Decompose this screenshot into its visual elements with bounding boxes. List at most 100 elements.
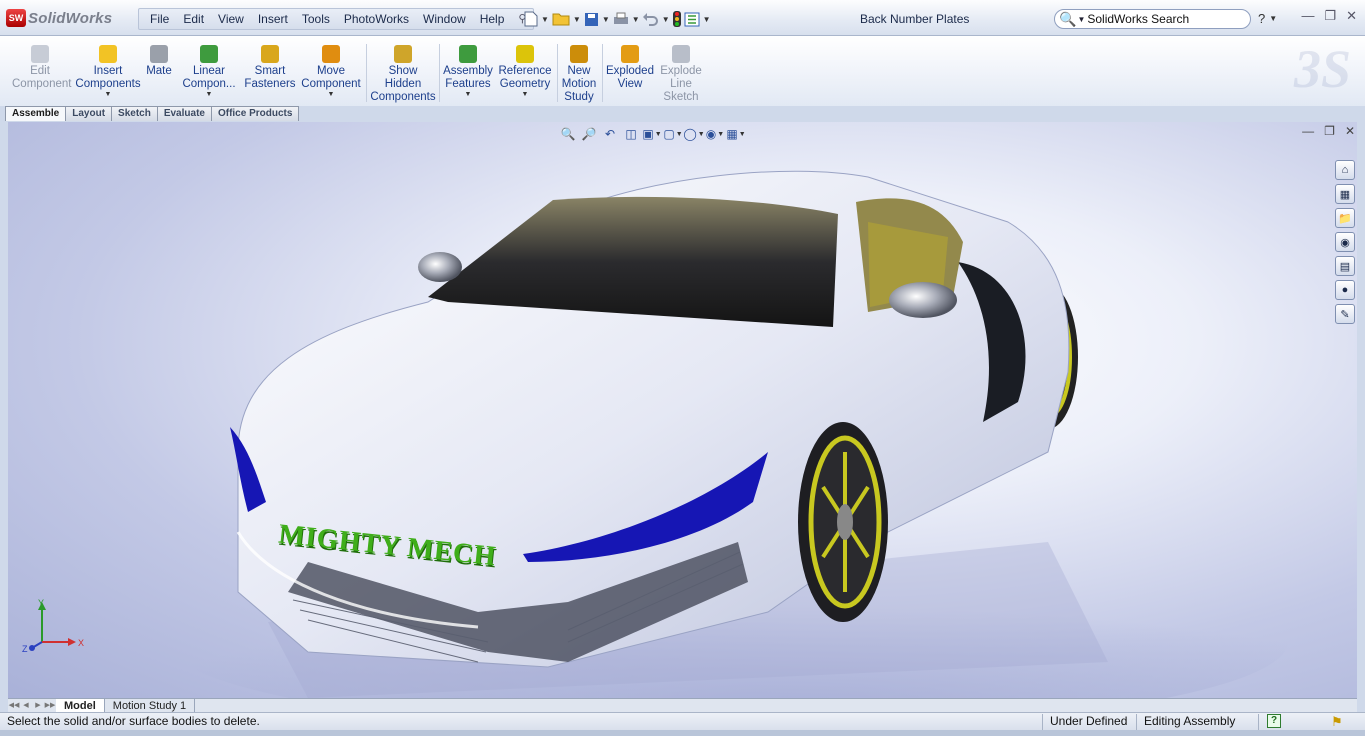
document-recovery-icon[interactable]: ▤ <box>1335 256 1355 276</box>
status-divider <box>1258 714 1259 730</box>
display-style-icon[interactable]: ▢ ▼ <box>663 126 682 142</box>
previous-view-icon[interactable]: ↶ <box>602 126 618 142</box>
search-input[interactable]: SolidWorks Search <box>1087 12 1189 26</box>
new-motion-study-label: New Motion Study <box>561 65 597 103</box>
menu-photoworks[interactable]: PhotoWorks <box>337 9 416 29</box>
new-document-button[interactable]: ▼ <box>524 9 549 29</box>
view-orientation-icon[interactable]: ▣ ▼ <box>642 126 661 142</box>
tab-sketch[interactable]: Sketch <box>111 106 158 121</box>
tab-office-products[interactable]: Office Products <box>210 106 300 121</box>
prev-tab-arrow-icon[interactable]: ◀ <box>20 700 32 712</box>
printer-icon <box>613 12 628 24</box>
insert-components-button[interactable]: Insert Components ▼ <box>74 45 142 99</box>
command-manager: Edit Component Insert Components ▼ Mate … <box>0 36 1365 106</box>
solidworks-logo[interactable]: SW SolidWorks <box>6 8 112 28</box>
view-settings-icon[interactable]: ▦ ▼ <box>726 126 745 142</box>
show-hidden-components-button[interactable]: Show Hidden Components <box>370 45 436 104</box>
close-window-icon[interactable]: ✕ <box>1346 8 1357 24</box>
appearances-scenes-icon[interactable]: ● <box>1335 280 1355 300</box>
linear-component-pattern-button[interactable]: Linear Compon... ▼ <box>182 45 236 99</box>
menu-window[interactable]: Window <box>416 9 473 29</box>
status-bar: Select the solid and/or surface bodies t… <box>0 712 1365 730</box>
assembly-features-label: Assembly Features <box>443 65 493 90</box>
open-button[interactable]: ▼ <box>552 9 581 29</box>
undo-button[interactable]: ▼ <box>642 9 670 29</box>
edit-component-button[interactable]: Edit Component <box>12 45 72 91</box>
menu-insert[interactable]: Insert <box>251 9 295 29</box>
first-tab-arrow-icon[interactable]: ◀◀ <box>8 700 20 712</box>
menu-edit[interactable]: Edit <box>176 9 211 29</box>
restore-window-icon[interactable]: ❐ <box>1324 8 1336 24</box>
tab-motion-study-1[interactable]: Motion Study 1 <box>105 698 196 713</box>
menu-view[interactable]: View <box>211 9 251 29</box>
reference-geometry-icon <box>516 45 534 63</box>
explode-line-sketch-icon <box>672 45 690 63</box>
section-view-icon[interactable]: ◫ <box>623 126 639 142</box>
explode-line-sketch-label: Explode Line Sketch <box>660 65 702 103</box>
insert-components-dropdown-icon[interactable]: ▼ <box>74 91 142 99</box>
car-model-render <box>168 170 1288 698</box>
design-library-icon[interactable]: ▦ <box>1335 184 1355 204</box>
explode-line-sketch-button[interactable]: Explode Line Sketch <box>657 45 705 104</box>
new-motion-study-button[interactable]: New Motion Study <box>560 45 598 104</box>
tag-icon[interactable]: ⚑ <box>1331 714 1343 730</box>
solidworks-logo-text: SolidWorks <box>28 9 113 27</box>
menu-help[interactable]: Help <box>473 9 512 29</box>
mate-button[interactable]: Mate <box>142 45 176 78</box>
zoom-to-fit-icon[interactable]: 🔍 <box>560 126 576 142</box>
status-editing-mode: Editing Assembly <box>1144 714 1236 728</box>
model-motion-tabs: ◀◀ ◀ ▶ ▶▶ Model Motion Study 1 <box>8 698 1357 713</box>
linear-pattern-dropdown-icon[interactable]: ▼ <box>182 91 236 99</box>
save-button[interactable]: ▼ <box>584 9 610 29</box>
edit-appearance-icon[interactable]: ◉ ▼ <box>706 126 724 142</box>
tab-evaluate[interactable]: Evaluate <box>156 106 212 121</box>
tab-layout[interactable]: Layout <box>65 106 113 121</box>
print-button[interactable]: ▼ <box>613 9 640 29</box>
solidworks-logo-icon: SW <box>6 9 26 27</box>
ribbon-separator <box>439 44 440 102</box>
viewport-restore-icon[interactable]: ❐ <box>1324 124 1335 138</box>
tab-model[interactable]: Model <box>56 698 105 713</box>
options-button[interactable]: ▼ <box>684 9 711 29</box>
minimize-window-icon[interactable]: — <box>1301 8 1314 24</box>
search-dropdown-icon[interactable]: ▼ <box>1077 15 1085 24</box>
document-title: Back Number Plates <box>860 12 970 26</box>
viewport-close-icon[interactable]: ✕ <box>1345 124 1355 138</box>
next-tab-arrow-icon[interactable]: ▶ <box>32 700 44 712</box>
save-disk-icon <box>584 12 598 26</box>
viewport-minimize-icon[interactable]: — <box>1302 124 1314 138</box>
search-box[interactable]: 🔍 ▼ SolidWorks Search <box>1054 9 1251 29</box>
coordinate-triad: Y X Z <box>22 598 84 654</box>
help-button[interactable]: ? ▼ <box>1258 11 1277 26</box>
assembly-features-dropdown-icon[interactable]: ▼ <box>442 91 494 99</box>
zoom-to-area-icon[interactable]: 🔎 <box>581 126 597 142</box>
menu-file[interactable]: File <box>143 9 176 29</box>
file-explorer-folder-icon[interactable]: 📁 <box>1335 208 1355 228</box>
rebuild-button[interactable] <box>672 9 681 29</box>
solidworks-resources-home-icon[interactable]: ⌂ <box>1335 160 1355 180</box>
reference-geometry-dropdown-icon[interactable]: ▼ <box>497 91 553 99</box>
graphics-area[interactable]: MIGHTY MECH 🔍 🔎 ↶ ◫ ▣ ▼ ▢ ▼ ◯ ▼ ◉ ▼ ▦ ▼ — ❐ ✕… <box>8 122 1357 698</box>
reference-geometry-button[interactable]: Reference Geometry ▼ <box>497 45 553 99</box>
quick-access-toolbar: ▼ ▼ ▼ ▼ ▼ ▼ <box>524 9 714 29</box>
move-component-dropdown-icon[interactable]: ▼ <box>300 91 362 99</box>
title-bar: SW SolidWorks File Edit View Insert Tool… <box>0 0 1365 36</box>
last-tab-arrow-icon[interactable]: ▶▶ <box>44 700 56 712</box>
show-hidden-components-label: Show Hidden Components <box>370 65 436 103</box>
exploded-view-button[interactable]: Exploded View <box>605 45 655 91</box>
help-dropdown-icon: ▼ <box>1269 14 1278 23</box>
assembly-features-button[interactable]: Assembly Features ▼ <box>442 45 494 99</box>
status-divider <box>1136 714 1137 730</box>
custom-properties-icon[interactable]: ✎ <box>1335 304 1355 324</box>
view-palette-icon[interactable]: ◉ <box>1335 232 1355 252</box>
help-icon: ? <box>1258 11 1266 26</box>
menu-tools[interactable]: Tools <box>295 9 337 29</box>
tab-assemble[interactable]: Assemble <box>5 106 67 121</box>
status-definition-state: Under Defined <box>1050 714 1128 728</box>
edit-component-label: Edit Component <box>12 65 72 90</box>
quick-tips-help-icon[interactable]: ? <box>1267 714 1281 728</box>
exploded-view-icon <box>621 45 639 63</box>
smart-fasteners-button[interactable]: Smart Fasteners <box>242 45 298 91</box>
move-component-button[interactable]: Move Component ▼ <box>300 45 362 99</box>
hide-show-items-icon[interactable]: ◯ ▼ <box>683 126 704 142</box>
